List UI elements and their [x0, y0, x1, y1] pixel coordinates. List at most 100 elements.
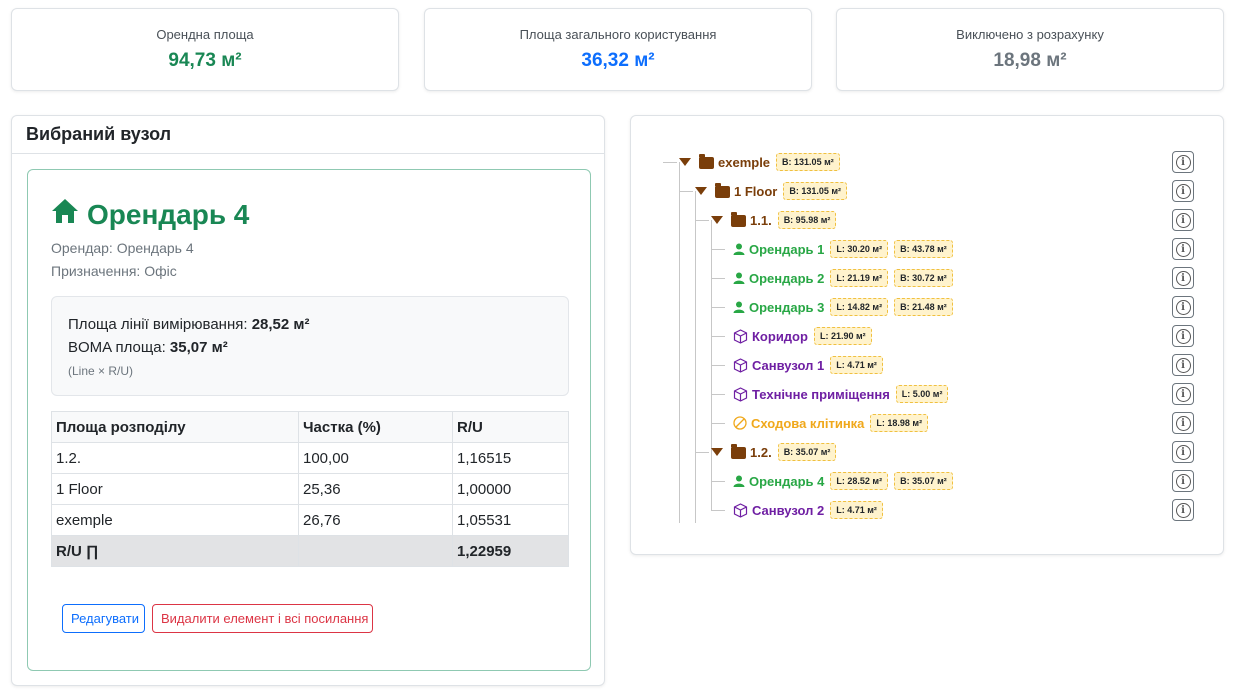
tree-guide-line — [711, 307, 725, 308]
table-row: 1.2. 100,00 1,16515 — [51, 442, 569, 474]
node-details-card: Орендарь 4 Орендар: Орендарь 4 Призначен… — [27, 169, 591, 671]
selected-node-panel: Вибраний вузол Орендарь 4 Орендар: Оренд… — [11, 115, 605, 686]
tree-node[interactable]: Коридор L: 21.90 м² — [727, 324, 872, 348]
distribution-table: Площа розподілу Частка (%) R/U 1.2. 100,… — [51, 411, 569, 567]
table-header-row: Площа розподілу Частка (%) R/U — [51, 411, 569, 443]
tree-node[interactable]: Технічне приміщення L: 5.00 м² — [727, 382, 949, 406]
node-tree: exemple B: 131.05 м² i 1 Floor B: 131.05 м² i… — [631, 116, 1225, 556]
info-button[interactable]: i — [1172, 296, 1194, 318]
area-badge: B: 131.05 м² — [776, 153, 840, 171]
area-badge: L: 30.20 м² — [830, 240, 889, 258]
table-row: exemple 26,76 1,05531 — [51, 504, 569, 536]
column-header: R/U — [452, 411, 569, 443]
measurement-box: Площа лінії вимірювання: 28,52 м² BOMA п… — [51, 296, 569, 396]
tree-node-label[interactable]: Орендарь 2 — [749, 271, 824, 286]
table-cell: 1,05531 — [452, 504, 569, 536]
purpose-line: Призначення: Офіс — [51, 263, 177, 279]
user-icon — [733, 272, 745, 284]
caret-down-icon[interactable] — [679, 158, 691, 166]
tree-node[interactable]: Орендарь 1 L: 30.20 м² B: 43.78 м² — [727, 237, 953, 261]
info-button[interactable]: i — [1172, 441, 1194, 463]
tree-node-label[interactable]: 1 Floor — [734, 184, 777, 199]
tree-node[interactable]: Орендарь 3 L: 14.82 м² B: 21.48 м² — [727, 295, 953, 319]
info-icon: i — [1175, 444, 1191, 460]
info-button[interactable]: i — [1172, 354, 1194, 376]
boma-area: BOMA площа: 35,07 м² — [68, 339, 228, 356]
folder-icon — [731, 212, 746, 227]
formula-note: (Line × R/U) — [68, 364, 134, 378]
tree-node[interactable]: Санвузол 1 L: 4.71 м² — [727, 353, 883, 377]
info-button[interactable]: i — [1172, 325, 1194, 347]
tree-node-label[interactable]: Санвузол 2 — [752, 503, 824, 518]
delete-button[interactable]: Видалити елемент і всі посилання — [152, 604, 373, 633]
user-icon — [733, 243, 745, 255]
info-button[interactable]: i — [1172, 470, 1194, 492]
info-icon: i — [1175, 241, 1191, 257]
table-cell — [298, 535, 453, 567]
table-cell: R/U ∏ — [51, 535, 299, 567]
caret-down-icon[interactable] — [711, 216, 723, 224]
tree-node[interactable]: Санвузол 2 L: 4.71 м² — [727, 498, 883, 522]
tree-node-label[interactable]: Орендарь 1 — [749, 242, 824, 257]
info-button[interactable]: i — [1172, 499, 1194, 521]
tree-node-label[interactable]: 1.2. — [750, 445, 772, 460]
edit-button[interactable]: Редагувати — [62, 604, 145, 633]
tree-node-label[interactable]: exemple — [718, 155, 770, 170]
area-badge: L: 28.52 м² — [830, 472, 889, 490]
area-badge: L: 21.90 м² — [813, 327, 872, 345]
stat-card-common: Площа загального користування 36,32 м² — [424, 8, 812, 91]
area-badge: B: 30.72 м² — [894, 269, 953, 287]
info-button[interactable]: i — [1172, 180, 1194, 202]
line-area-value: 28,52 м² — [251, 316, 310, 333]
info-icon: i — [1175, 212, 1191, 228]
area-badge: B: 95.98 м² — [777, 211, 837, 229]
folder-icon — [699, 154, 714, 169]
info-button[interactable]: i — [1172, 238, 1194, 260]
user-icon — [733, 475, 745, 487]
table-cell: 1 Floor — [51, 473, 299, 505]
area-badge: L: 18.98 м² — [870, 414, 929, 432]
tenant-label: Орендар: — [51, 240, 113, 256]
area-badge: B: 35.07 м² — [894, 472, 953, 490]
tree-node-label[interactable]: 1.1. — [750, 213, 772, 228]
tree-node[interactable]: 1 Floor B: 131.05 м² — [695, 179, 848, 203]
tree-guide-line — [711, 481, 725, 482]
info-icon: i — [1175, 415, 1191, 431]
tree-node-label[interactable]: Технічне приміщення — [752, 387, 890, 402]
tree-guide-line — [711, 278, 725, 279]
caret-down-icon[interactable] — [695, 187, 707, 195]
area-badge: L: 5.00 м² — [895, 385, 949, 403]
tree-node-label[interactable]: Орендарь 4 — [749, 474, 824, 489]
cube-icon — [733, 502, 748, 518]
tree-node[interactable]: exemple B: 131.05 м² — [679, 150, 840, 174]
tree-guide-line — [679, 162, 680, 523]
folder-icon — [715, 183, 730, 198]
tree-node[interactable]: Орендарь 2 L: 21.19 м² B: 30.72 м² — [727, 266, 953, 290]
tree-node-label[interactable]: Орендарь 3 — [749, 300, 824, 315]
tree-node[interactable]: Сходова клітинка L: 18.98 м² — [727, 411, 929, 435]
info-button[interactable]: i — [1172, 151, 1194, 173]
area-badge: L: 4.71 м² — [830, 501, 883, 519]
tree-node[interactable]: Орендарь 4 L: 28.52 м² B: 35.07 м² — [727, 469, 953, 493]
tree-node-label[interactable]: Сходова клітинка — [751, 416, 864, 431]
table-total-row: R/U ∏ 1,22959 — [51, 535, 569, 567]
info-button[interactable]: i — [1172, 267, 1194, 289]
tree-guide-line — [711, 423, 725, 424]
area-badge: B: 43.78 м² — [894, 240, 953, 258]
tree-node[interactable]: 1.1. B: 95.98 м² — [711, 208, 837, 232]
tree-node-label[interactable]: Санвузол 1 — [752, 358, 824, 373]
tree-node[interactable]: 1.2. B: 35.07 м² — [711, 440, 837, 464]
tree-panel: exemple B: 131.05 м² i 1 Floor B: 131.05 м² i… — [630, 115, 1224, 555]
cube-icon — [733, 386, 748, 402]
table-cell: 1.2. — [51, 442, 299, 474]
folder-icon — [731, 444, 746, 459]
ban-icon — [733, 416, 747, 430]
table-cell: exemple — [51, 504, 299, 536]
info-button[interactable]: i — [1172, 383, 1194, 405]
caret-down-icon[interactable] — [711, 448, 723, 456]
tree-node-label[interactable]: Коридор — [752, 329, 808, 344]
table-cell: 1,16515 — [452, 442, 569, 474]
info-button[interactable]: i — [1172, 209, 1194, 231]
tree-guide-line — [695, 191, 696, 523]
info-button[interactable]: i — [1172, 412, 1194, 434]
